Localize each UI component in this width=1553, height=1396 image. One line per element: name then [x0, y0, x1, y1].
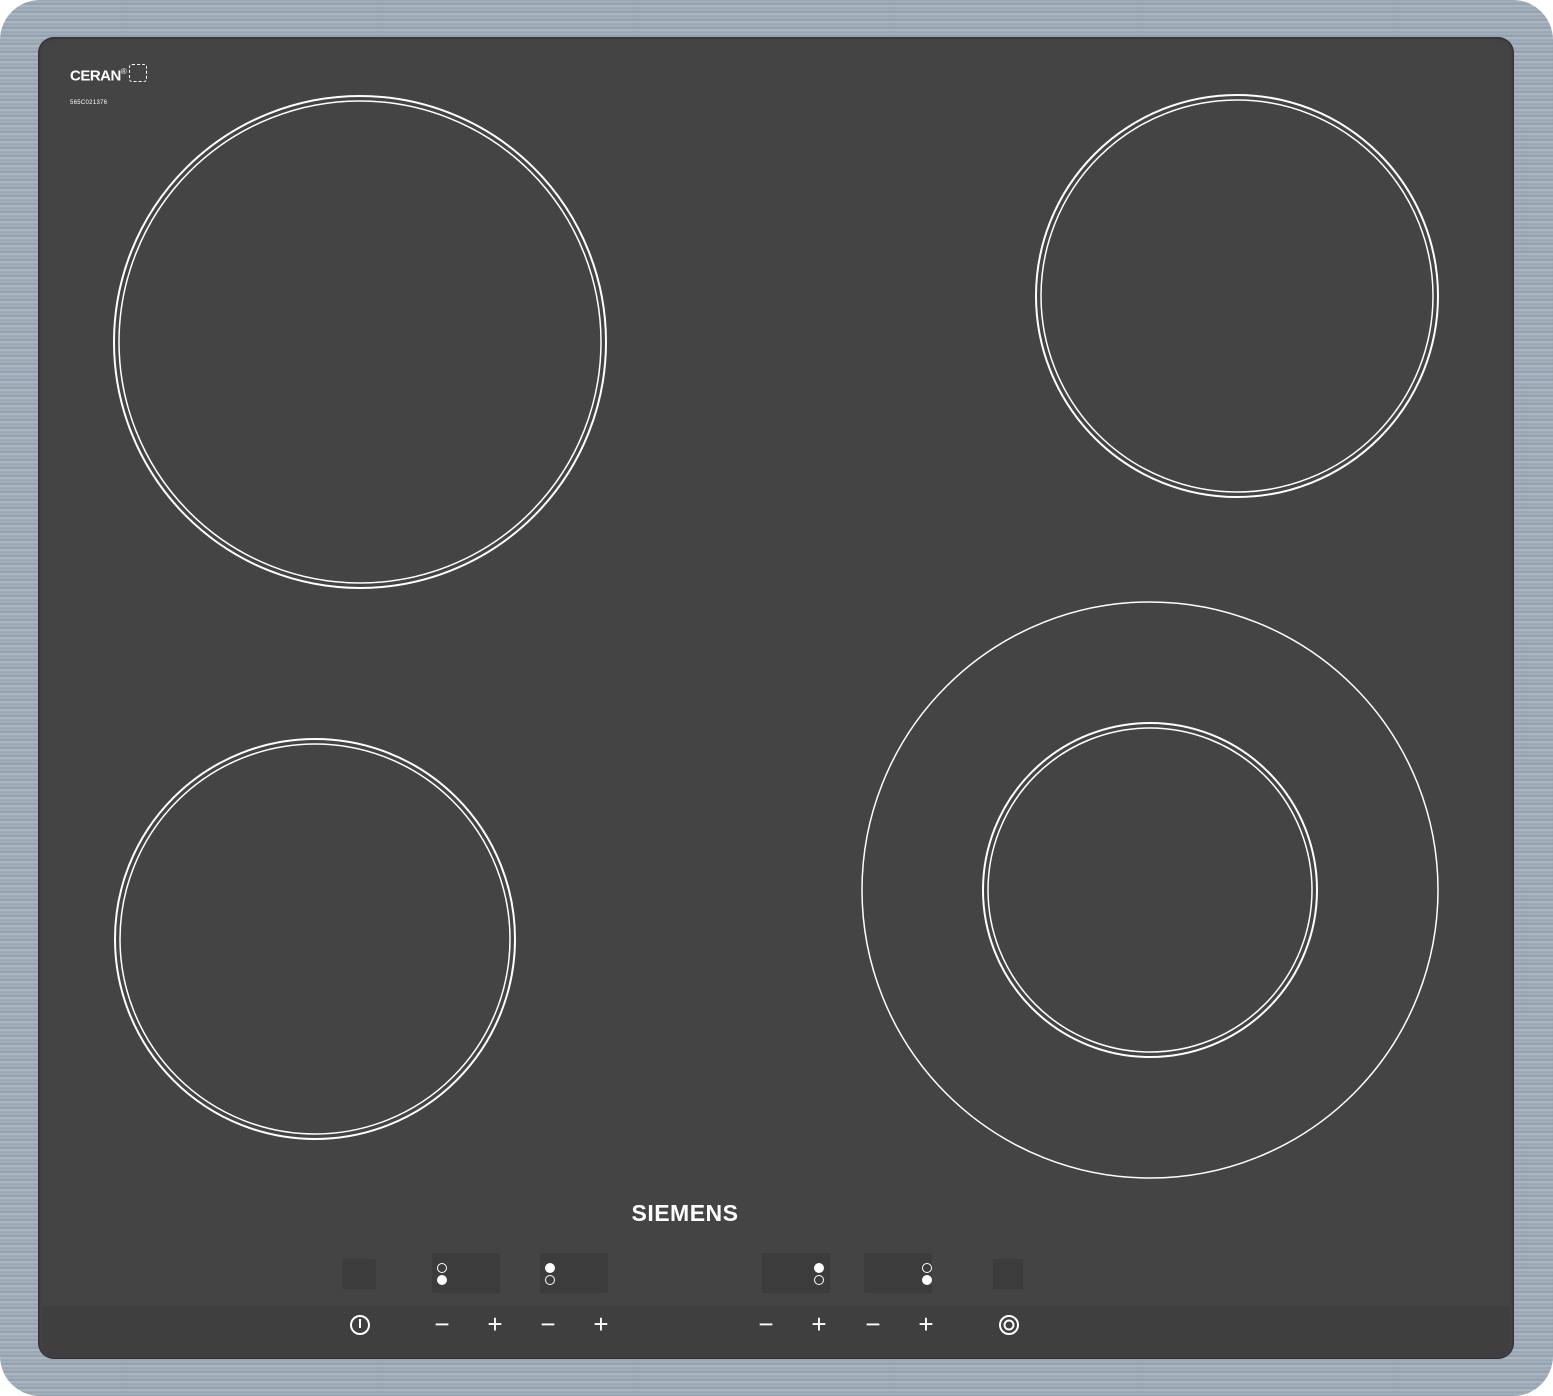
cooking-zone-rear-left[interactable]	[113, 95, 607, 589]
zone2-plus-button[interactable]: +	[581, 1308, 621, 1340]
dual-circuit-icon[interactable]	[997, 1313, 1021, 1337]
indicator-top	[437, 1263, 447, 1273]
dual-zone-display	[993, 1259, 1023, 1289]
zone1-plus-button[interactable]: +	[475, 1308, 515, 1340]
indicator-bottom	[814, 1275, 824, 1285]
manufacturer-logo: SIEMENS	[631, 1200, 739, 1226]
cooking-zone-front-right[interactable]	[861, 601, 1439, 1179]
power-icon[interactable]	[348, 1313, 372, 1337]
zone-display-rear-left	[540, 1253, 608, 1293]
power-display	[342, 1259, 376, 1289]
zone3-minus-button[interactable]: −	[746, 1308, 786, 1340]
zone4-plus-button[interactable]: +	[906, 1308, 946, 1340]
cooking-zone-front-left[interactable]	[114, 738, 516, 1140]
indicator-bottom	[545, 1275, 555, 1285]
zone3-plus-button[interactable]: +	[799, 1308, 839, 1340]
indicator-top	[814, 1263, 824, 1273]
zone-display-front-left	[432, 1253, 500, 1293]
indicator-bottom	[437, 1275, 447, 1285]
cooking-zone-rear-right[interactable]	[1035, 94, 1439, 498]
zone2-minus-button[interactable]: −	[528, 1308, 568, 1340]
zone4-minus-button[interactable]: −	[853, 1308, 893, 1340]
zone1-minus-button[interactable]: −	[422, 1308, 462, 1340]
zone-display-rear-right	[762, 1253, 830, 1293]
indicator-top	[545, 1263, 555, 1273]
indicator-bottom	[922, 1275, 932, 1285]
cooking-zones	[113, 94, 1439, 1179]
ceramic-glass-surface: CERAN® 565C021376 SIEMENS − + − + − + − …	[38, 37, 1514, 1359]
zone-display-front-right	[864, 1253, 932, 1293]
indicator-top	[922, 1263, 932, 1273]
